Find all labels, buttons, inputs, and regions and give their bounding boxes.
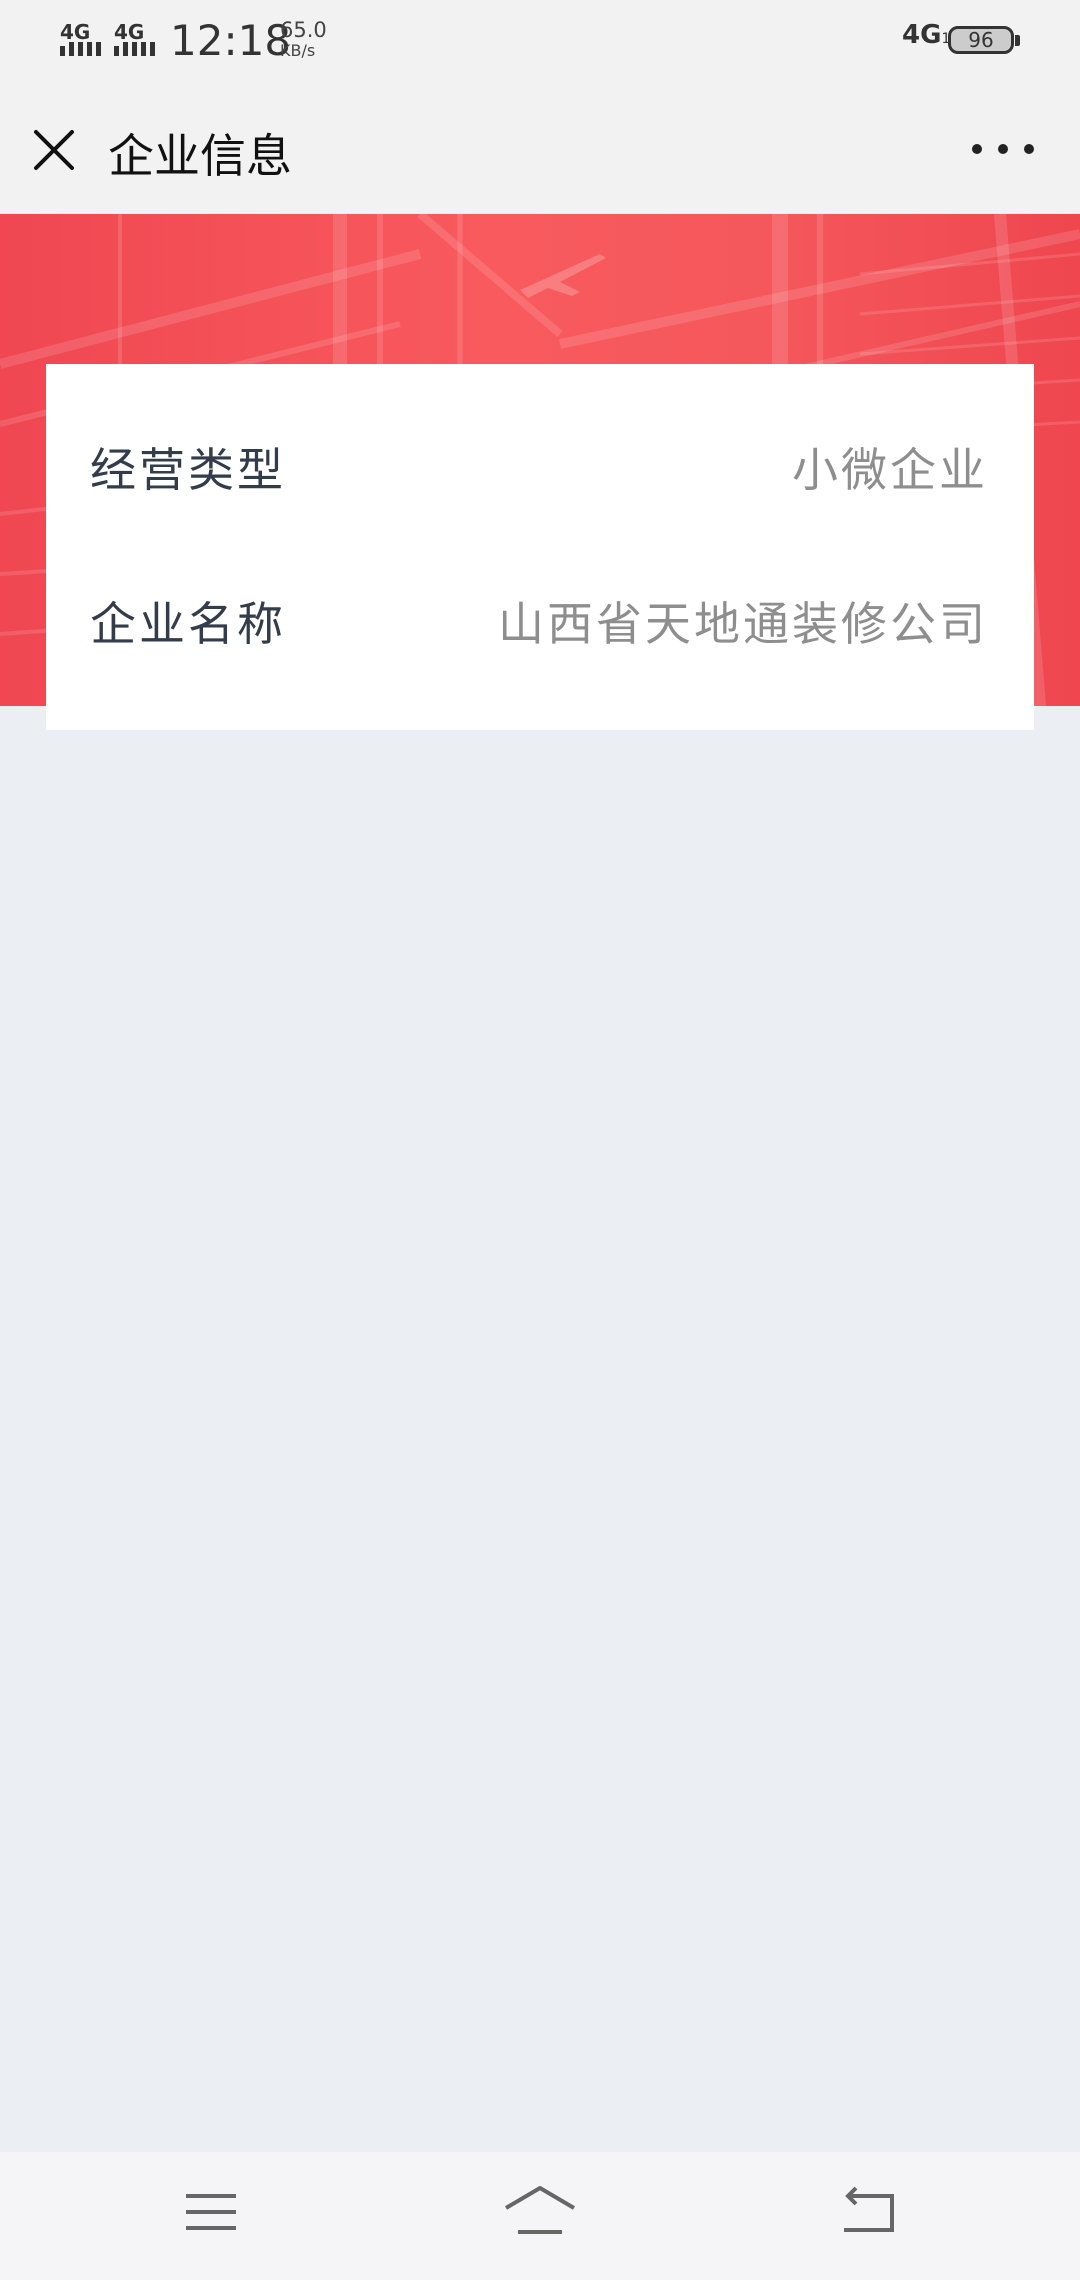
sim1-network-label: 4G: [60, 20, 91, 44]
company-info-card: 经营类型 小微企业 企业名称 山西省天地通装修公司: [46, 364, 1034, 730]
top-navigation-bar: 企业信息: [0, 84, 1080, 214]
system-navigation-bar: [0, 2152, 1080, 2280]
info-row-value: 小微企业: [792, 443, 988, 497]
back-button[interactable]: [830, 2182, 910, 2242]
status-time: 12:18: [170, 16, 292, 65]
info-row-company-name: 企业名称 山西省天地通装修公司: [46, 538, 1034, 688]
close-icon: [34, 130, 74, 170]
status-bar: 4G 4G 12:18 65.0 KB/s 4G1 96: [0, 0, 1080, 84]
info-row-value: 山西省天地通装修公司: [498, 597, 988, 651]
battery-icon: 96: [948, 26, 1014, 54]
menu-button[interactable]: [172, 2182, 252, 2242]
battery-tip: [1015, 35, 1020, 46]
more-dots-icon: [972, 144, 982, 154]
battery-level: 96: [968, 28, 994, 52]
network-speed-value: 65.0: [280, 18, 327, 42]
menu-icon: [186, 2194, 236, 2230]
more-dots-icon: [1024, 144, 1034, 154]
info-row-label: 企业名称: [90, 597, 286, 651]
home-button[interactable]: [500, 2182, 580, 2242]
signal-bars-icon: [60, 42, 101, 56]
more-dots-icon: [998, 144, 1008, 154]
network-speed-unit: KB/s: [280, 41, 316, 60]
more-options-button[interactable]: [972, 124, 1034, 174]
info-row-business-type: 经营类型 小微企业: [46, 384, 1034, 534]
right-network-label: 4G: [902, 20, 942, 50]
home-icon: [504, 2186, 576, 2234]
back-icon: [844, 2186, 894, 2232]
info-row-label: 经营类型: [90, 443, 286, 497]
airplane-icon: [520, 254, 606, 298]
sim2-network-label: 4G: [114, 20, 145, 44]
signal-bars-icon: [114, 42, 155, 56]
network-speed: 65.0 KB/s: [280, 20, 327, 59]
right-network: 4G1: [902, 20, 950, 50]
page-title: 企业信息: [108, 129, 292, 183]
close-button[interactable]: [26, 122, 82, 178]
